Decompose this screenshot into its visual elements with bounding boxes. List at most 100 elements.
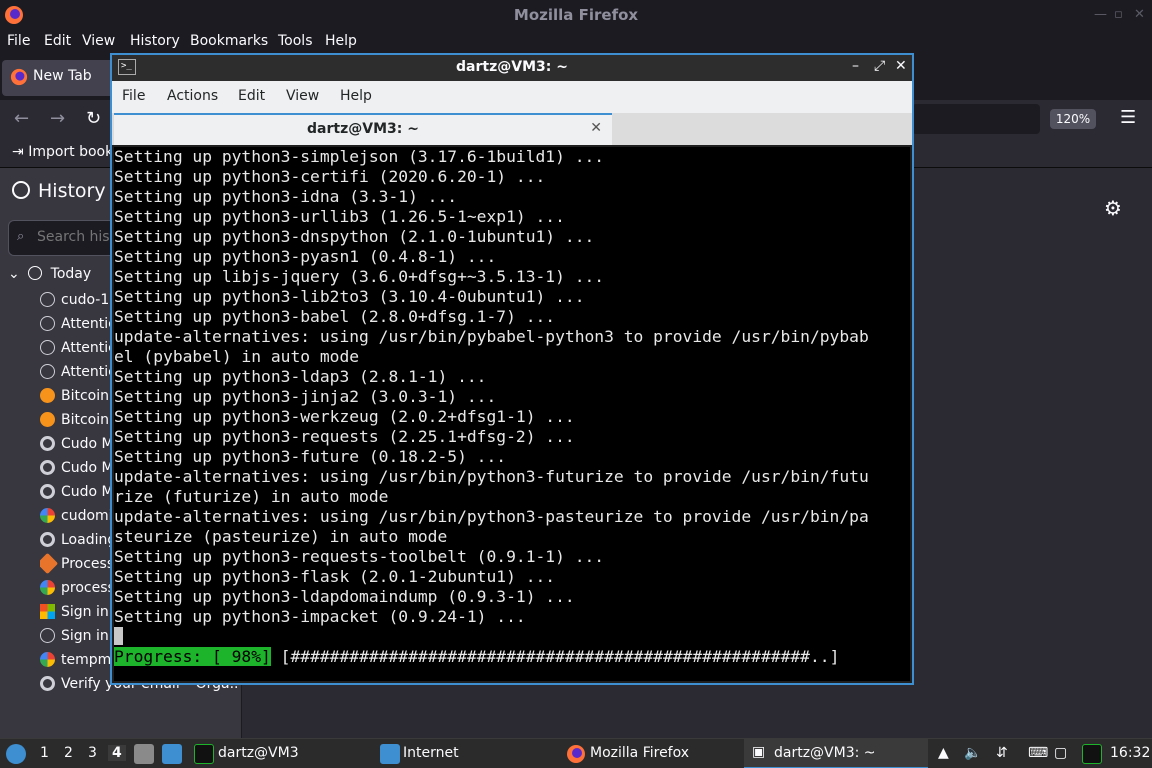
history-item-label: process (61, 580, 115, 596)
forward-arrow-icon[interactable]: → (50, 108, 65, 129)
tray-updates-icon[interactable]: ▲ (938, 745, 949, 761)
history-item-label: Attentic (61, 340, 116, 356)
google-icon (40, 580, 55, 595)
workspace-3[interactable]: 3 (88, 745, 97, 761)
close-icon[interactable]: ✕ (895, 58, 907, 74)
history-item-label: Sign in (61, 604, 109, 620)
history-item-label: Attentic (61, 316, 116, 332)
tray-network-icon[interactable]: ⇵ (996, 745, 1008, 761)
workspace-4[interactable]: 4 (108, 745, 126, 761)
diamond-icon (40, 552, 59, 575)
terminal-menu-edit[interactable]: Edit (238, 88, 265, 104)
url-bar[interactable] (912, 104, 1040, 134)
menu-edit[interactable]: Edit (44, 33, 71, 49)
history-item-label: Attentic (61, 364, 116, 380)
history-group-today[interactable]: ⌄ Today (8, 266, 91, 282)
tray-monitor-icon[interactable] (1082, 744, 1102, 764)
task-firefox[interactable]: Mozilla Firefox (590, 745, 689, 761)
globe-icon (40, 364, 55, 379)
folder-icon (380, 744, 400, 764)
task-internet[interactable]: Internet (403, 745, 459, 761)
terminal-line: Setting up python3-impacket (0.9.24-1) .… (114, 607, 526, 626)
terminal-output[interactable]: Setting up python3-simplejson (3.17.6-1b… (114, 147, 910, 681)
globe-icon (40, 628, 55, 643)
terminal-line: rize (futurize) in auto mode (114, 487, 389, 506)
progress-line: Progress: [ 98%] [######################… (114, 647, 839, 667)
terminal-line: Setting up python3-certifi (2020.6.20-1)… (114, 167, 546, 186)
terminal-tab-title: dartz@VM3: ~ (307, 121, 419, 137)
reload-icon[interactable]: ↻ (86, 108, 101, 129)
menu-file[interactable]: File (7, 33, 30, 49)
tray-display-icon[interactable]: ▢ (1054, 745, 1067, 761)
terminal-tab[interactable]: dartz@VM3: ~ ✕ (114, 113, 612, 145)
terminal-line: Setting up python3-ldap3 (2.8.1-1) ... (114, 367, 487, 386)
cudo-icon (40, 676, 55, 691)
history-item-label: Cudo M (61, 436, 114, 452)
task-terminal-active[interactable]: ▣ dartz@VM3: ~ (744, 739, 928, 768)
menu-help[interactable]: Help (325, 33, 357, 49)
import-bookmarks-link[interactable]: ⇥ Import book (12, 144, 113, 160)
back-arrow-icon[interactable]: ← (14, 108, 29, 129)
maximize-icon[interactable]: ⤢ (874, 58, 885, 74)
terminal-menu-help[interactable]: Help (340, 88, 372, 104)
workspace-2[interactable]: 2 (64, 745, 73, 761)
menu-history[interactable]: History (130, 33, 180, 49)
terminal-line: Setting up libjs-jquery (3.6.0+dfsg+~3.5… (114, 267, 605, 286)
minimize-icon[interactable]: – (852, 58, 859, 74)
close-icon[interactable]: ✕ (1134, 7, 1145, 22)
history-item-label: Bitcoin (61, 388, 110, 404)
terminal-menu-file[interactable]: File (122, 88, 145, 104)
tab-label: New Tab (33, 68, 92, 84)
terminal-menu-actions[interactable]: Actions (167, 88, 218, 104)
terminal-line: Setting up python3-ldapdomaindump (0.9.3… (114, 587, 575, 606)
today-label: Today (50, 266, 92, 282)
globe-icon (40, 340, 55, 355)
firefox-window-title: Mozilla Firefox (513, 6, 639, 24)
microsoft-icon (40, 604, 55, 619)
start-menu-icon[interactable] (6, 744, 26, 764)
workspace-1[interactable]: 1 (40, 745, 49, 761)
firefox-tab-icon (10, 68, 28, 86)
chevron-down-icon: ⌄ (8, 266, 20, 282)
minimize-icon[interactable]: — (1094, 7, 1107, 22)
zoom-level-badge[interactable]: 120% (1050, 109, 1096, 129)
google-icon (40, 508, 55, 523)
google-icon (40, 652, 55, 667)
menu-view[interactable]: View (82, 33, 115, 49)
terminal-line: Setting up python3-urllib3 (1.26.5-1~exp… (114, 207, 565, 226)
cudo-icon (40, 484, 55, 499)
terminal-line: Setting up python3-lib2to3 (3.10.4-0ubun… (114, 287, 585, 306)
tray-keyboard-icon[interactable]: ⌨ (1028, 745, 1048, 761)
history-item-label: cudomi (61, 508, 113, 524)
firefox-task-icon (567, 745, 585, 763)
desktop-icon[interactable] (162, 744, 182, 764)
terminal-task-icon: ▣ (752, 744, 766, 760)
menu-tools[interactable]: Tools (278, 33, 313, 49)
terminal-menu-view[interactable]: View (286, 88, 319, 104)
file-manager-icon[interactable] (134, 744, 154, 764)
terminal-cursor (114, 627, 123, 645)
terminal-line: Setting up python3-pyasn1 (0.4.8-1) ... (114, 247, 497, 266)
sidebar-header[interactable]: History (12, 180, 106, 202)
history-item-label: Bitcoin (61, 412, 110, 428)
terminal-line: update-alternatives: using /usr/bin/pyba… (114, 327, 869, 346)
clock[interactable]: 16:32 (1110, 745, 1150, 761)
terminal-line: update-alternatives: using /usr/bin/pyth… (114, 507, 869, 526)
maximize-icon[interactable]: ▫ (1114, 7, 1123, 22)
terminal-line: Setting up python3-flask (2.0.1-2ubuntu1… (114, 567, 556, 586)
firefox-titlebar: Mozilla Firefox — ▫ ✕ (0, 0, 1152, 30)
terminal-lines: Setting up python3-simplejson (3.17.6-1b… (114, 147, 910, 647)
history-item-label: Loading (61, 532, 117, 548)
menu-bookmarks[interactable]: Bookmarks (190, 33, 268, 49)
history-clock-icon (12, 181, 30, 199)
task-terminal[interactable]: dartz@VM3 (218, 745, 299, 761)
terminal-line: Setting up python3-requests (2.25.1+dfsg… (114, 427, 575, 446)
history-item-label: Process (61, 556, 115, 572)
volume-icon[interactable]: 🔈 (964, 745, 981, 761)
terminal-line: update-alternatives: using /usr/bin/pyth… (114, 467, 869, 486)
menu-hamburger-icon[interactable]: ☰ (1120, 107, 1136, 128)
gear-icon[interactable]: ⚙ (1104, 196, 1122, 220)
tab-close-icon[interactable]: ✕ (590, 120, 602, 136)
bitcoin-icon (40, 388, 55, 403)
terminal-line: Setting up python3-idna (3.3-1) ... (114, 187, 458, 206)
